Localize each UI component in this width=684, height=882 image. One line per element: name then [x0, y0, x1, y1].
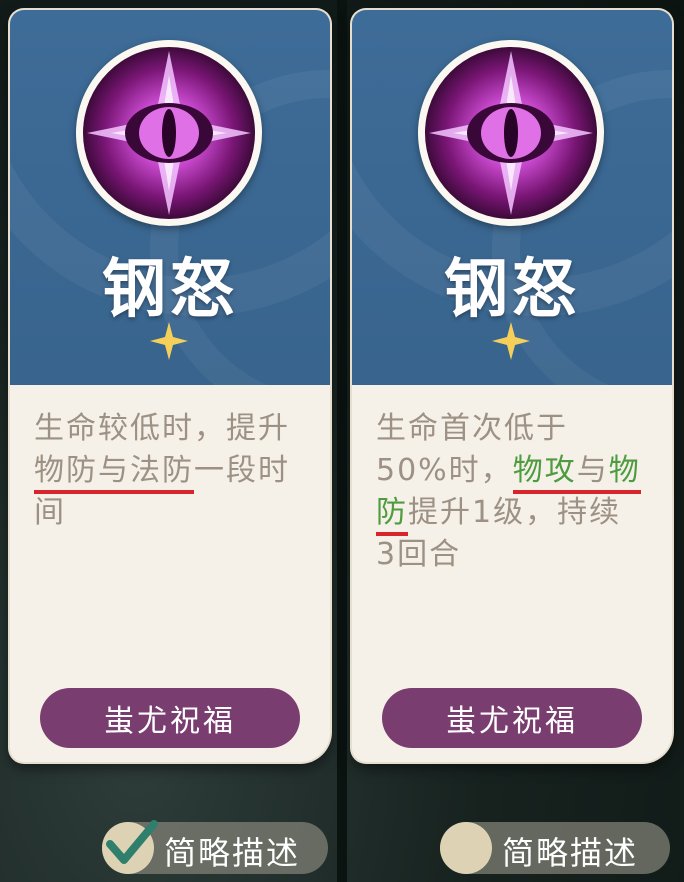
blessing-button[interactable]: 蚩尤祝福: [382, 688, 642, 748]
star-icon: [492, 322, 530, 360]
skill-card-detailed[interactable]: 钢怒 生命首次低于 50%时，物攻与物 防提升1级，持续 3回合 蚩尤祝福: [352, 10, 672, 762]
card-header: 钢怒: [352, 10, 672, 385]
panel-divider: [337, 0, 347, 882]
desc-text: 提升1级，持续: [408, 495, 622, 530]
toggle-knob[interactable]: [440, 822, 492, 874]
desc-highlight: 物攻: [512, 453, 577, 488]
desc-text: 3回合: [376, 537, 462, 572]
desc-highlight: 防: [376, 495, 408, 536]
blessing-button[interactable]: 蚩尤祝福: [40, 688, 300, 748]
brief-description-toggle[interactable]: 简略描述: [440, 822, 670, 874]
desc-highlight: 物: [608, 453, 641, 488]
skill-icon-frame: [76, 40, 262, 226]
desc-highlight: 物防与法防: [34, 453, 194, 494]
desc-text: 生命较低时，提升: [34, 411, 290, 446]
star-icon: [150, 322, 188, 360]
desc-text: 50%时，: [376, 453, 513, 488]
desc-text: 一段时: [194, 453, 290, 488]
skill-card-brief[interactable]: 钢怒 生命较低时，提升 物防与法防一段时 间 蚩尤祝福: [10, 10, 330, 762]
skill-title: 钢怒: [444, 253, 580, 327]
skill-title: 钢怒: [102, 253, 238, 327]
toggle-label: 简略描述: [164, 834, 301, 872]
brief-description-toggle[interactable]: 简略描述: [102, 820, 328, 874]
desc-text: 生命首次低于: [376, 411, 568, 446]
toggle-label: 简略描述: [502, 834, 639, 872]
demon-eye-icon: [83, 47, 255, 219]
demon-eye-icon: [425, 47, 597, 219]
desc-text: 与: [576, 453, 609, 488]
skill-description: 生命较低时，提升 物防与法防一段时 间: [34, 408, 314, 534]
skill-description: 生命首次低于 50%时，物攻与物 防提升1级，持续 3回合: [376, 408, 656, 576]
desc-text: 间: [34, 495, 66, 530]
card-header: 钢怒: [10, 10, 330, 385]
checkmark-icon: [106, 820, 158, 864]
skill-icon-frame: [418, 40, 604, 226]
